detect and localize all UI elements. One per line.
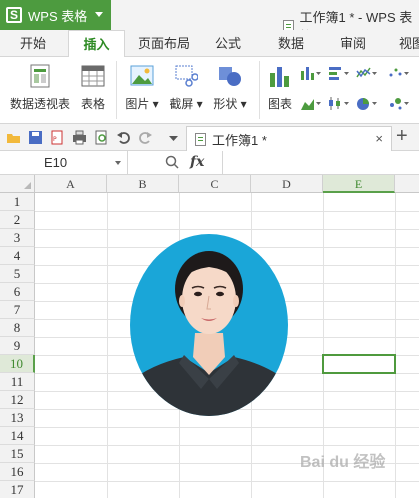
tab-home[interactable]: 开始 xyxy=(8,30,58,58)
chart-button[interactable]: 图表 xyxy=(266,63,294,112)
column-chart-icon[interactable] xyxy=(300,65,322,81)
row-header-1[interactable]: 1 xyxy=(0,193,35,211)
shapes-icon xyxy=(218,63,242,89)
shapes-label: 形状 ▾ xyxy=(213,97,247,111)
screenshot-label: 截屏 ▾ xyxy=(169,97,203,111)
row-header-16[interactable]: 16 xyxy=(0,463,35,481)
row-header-6[interactable]: 6 xyxy=(0,283,35,301)
column-header-a[interactable]: A xyxy=(35,175,107,193)
document-tab-title: 工作簿1 * xyxy=(212,132,267,148)
gridline xyxy=(35,211,419,212)
export-pdf-icon[interactable]: P xyxy=(50,130,65,145)
row-header-10[interactable]: 10 xyxy=(0,355,35,373)
column-header-c[interactable]: C xyxy=(179,175,251,193)
save-icon[interactable] xyxy=(28,130,43,145)
table-icon xyxy=(81,63,105,89)
shapes-button[interactable]: 形状 ▾ xyxy=(212,63,248,112)
row-header-7[interactable]: 7 xyxy=(0,301,35,319)
column-header-e[interactable]: E xyxy=(323,175,395,193)
screenshot-button[interactable]: 截屏 ▾ xyxy=(168,63,204,112)
column-header-f[interactable] xyxy=(395,175,419,193)
tab-data[interactable]: 数据 xyxy=(268,30,314,58)
document-tab[interactable]: 工作簿1 * × xyxy=(186,126,392,151)
redo-icon[interactable] xyxy=(138,130,153,145)
open-folder-icon[interactable] xyxy=(6,130,21,145)
print-preview-icon[interactable] xyxy=(94,130,109,145)
spreadsheet-doc-icon xyxy=(195,132,206,146)
chevron-down-icon[interactable] xyxy=(115,161,121,165)
tab-view[interactable]: 视图 xyxy=(392,30,419,58)
scissors-icon xyxy=(174,63,199,89)
row-header-5[interactable]: 5 xyxy=(0,265,35,283)
tab-formula[interactable]: 公式 xyxy=(205,30,251,58)
row-header-9[interactable]: 9 xyxy=(0,337,35,355)
print-icon[interactable] xyxy=(72,130,87,145)
wps-logo-icon: S xyxy=(6,7,22,23)
close-tab-icon[interactable]: × xyxy=(375,131,383,146)
picture-label: 图片 ▾ xyxy=(125,97,159,111)
bubble-chart-icon[interactable] xyxy=(388,95,410,111)
watermark-text: Bai du 经验 xyxy=(300,454,386,471)
bar-chart-horizontal-icon[interactable] xyxy=(328,65,350,81)
table-button[interactable]: 表格 xyxy=(78,63,108,112)
app-name: WPS 表格 xyxy=(28,8,88,24)
bar-chart-icon xyxy=(268,63,292,89)
ribbon-divider xyxy=(116,61,117,119)
row-header-3[interactable]: 3 xyxy=(0,229,35,247)
undo-icon[interactable] xyxy=(116,130,131,145)
gridline xyxy=(107,193,108,498)
selected-cell-e10[interactable] xyxy=(322,354,396,374)
picture-icon xyxy=(130,63,154,89)
row-header-4[interactable]: 4 xyxy=(0,247,35,265)
chart-label: 图表 xyxy=(267,97,292,111)
line-chart-icon[interactable] xyxy=(356,65,378,81)
row-header-15[interactable]: 15 xyxy=(0,445,35,463)
gridline xyxy=(35,427,419,428)
title-bar: S WPS 表格 工作簿1 * - WPS 表格 xyxy=(0,0,419,44)
svg-text:P: P xyxy=(53,136,57,143)
tab-page-layout[interactable]: 页面布局 xyxy=(132,30,196,58)
row-header-11[interactable]: 11 xyxy=(0,373,35,391)
row-header-17[interactable]: 17 xyxy=(0,481,35,498)
customize-dropdown-icon[interactable] xyxy=(166,130,181,145)
tab-insert[interactable]: 插入 xyxy=(68,30,125,58)
pivot-table-label: 数据透视表 xyxy=(9,97,70,111)
inserted-portrait-photo[interactable] xyxy=(129,233,289,417)
formula-input[interactable] xyxy=(222,151,419,174)
picture-button[interactable]: 图片 ▾ xyxy=(124,63,160,112)
row-header-8[interactable]: 8 xyxy=(0,319,35,337)
select-all-corner[interactable] xyxy=(0,175,35,193)
table-label: 表格 xyxy=(80,97,105,111)
row-header-2[interactable]: 2 xyxy=(0,211,35,229)
insert-function-button[interactable]: fx xyxy=(190,154,204,170)
formula-bar: E10 fx xyxy=(0,151,419,175)
search-function-icon[interactable] xyxy=(165,155,179,169)
gridline xyxy=(35,481,419,482)
pivot-table-button[interactable]: 数据透视表 xyxy=(8,63,72,112)
gridline xyxy=(35,445,419,446)
tab-review[interactable]: 审阅 xyxy=(330,30,376,58)
gridline xyxy=(395,193,396,498)
quick-access-toolbar: P 工作簿1 * × + xyxy=(0,124,419,151)
chevron-down-icon xyxy=(95,12,103,17)
pie-chart-icon[interactable] xyxy=(356,95,378,111)
column-header-b[interactable]: B xyxy=(107,175,179,193)
app-menu-button[interactable]: S WPS 表格 xyxy=(0,0,111,30)
row-header-13[interactable]: 13 xyxy=(0,409,35,427)
column-header-d[interactable]: D xyxy=(251,175,323,193)
scatter-chart-icon[interactable] xyxy=(388,65,410,81)
row-header-14[interactable]: 14 xyxy=(0,427,35,445)
row-header-12[interactable]: 12 xyxy=(0,391,35,409)
gridline xyxy=(35,229,419,230)
new-tab-button[interactable]: + xyxy=(396,126,408,146)
ribbon-insert: 数据透视表 表格 图片 ▾ 截屏 ▾ 形状 ▾ 图表 xyxy=(0,57,419,124)
cell-reference: E10 xyxy=(44,155,68,170)
name-box[interactable]: E10 xyxy=(0,151,128,174)
stock-chart-icon[interactable] xyxy=(328,95,350,111)
ribbon-divider xyxy=(259,61,260,119)
menu-bar: 开始 插入 页面布局 公式 数据 审阅 视图 xyxy=(0,30,419,58)
pivot-table-icon xyxy=(28,63,52,89)
area-chart-icon[interactable] xyxy=(300,95,322,111)
